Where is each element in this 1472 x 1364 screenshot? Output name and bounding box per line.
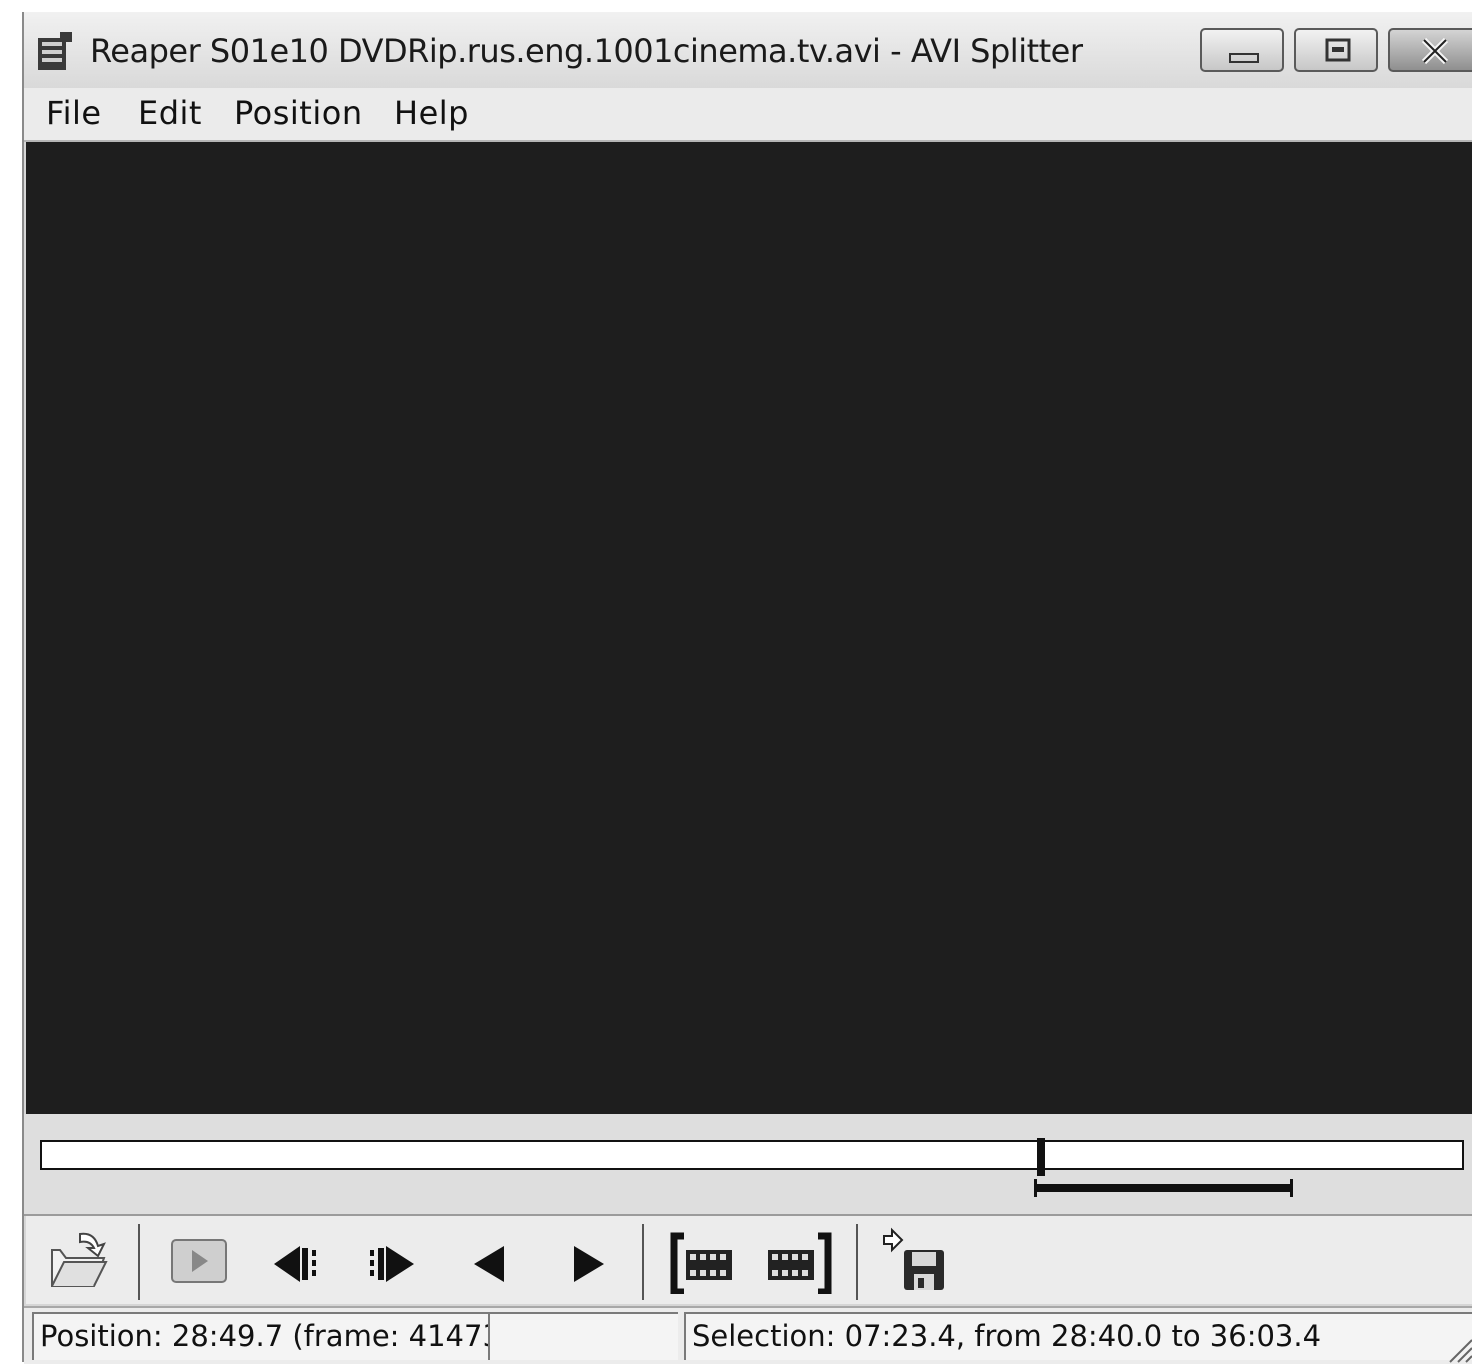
selection-range-bar — [1033, 1179, 1294, 1197]
open-file-button[interactable] — [44, 1224, 114, 1294]
title-bar[interactable]: Reaper S01e10 DVDRip.rus.eng.1001cinema.… — [24, 12, 1472, 88]
next-frame-button[interactable] — [360, 1224, 430, 1294]
step-back-button[interactable] — [456, 1224, 526, 1294]
save-selection-icon — [883, 1227, 944, 1290]
step-forward-button[interactable] — [552, 1224, 622, 1294]
toolbar — [26, 1216, 1472, 1304]
menu-file[interactable]: File — [46, 94, 102, 132]
menu-edit[interactable]: Edit — [138, 94, 202, 132]
status-bar: Position: 28:49.7 (frame: 41473 Selectio… — [24, 1306, 1472, 1364]
mark-end-button[interactable] — [762, 1224, 842, 1294]
prev-frame-icon — [274, 1246, 316, 1282]
save-selection-button[interactable] — [878, 1224, 948, 1294]
status-middle — [488, 1312, 678, 1360]
toolbar-separator — [642, 1224, 644, 1300]
status-position: Position: 28:49.7 (frame: 41473 — [32, 1312, 488, 1360]
mark-start-icon — [670, 1232, 732, 1294]
mark-start-button[interactable] — [666, 1224, 746, 1294]
minimize-icon — [1229, 53, 1259, 63]
seek-thumb[interactable] — [1037, 1138, 1046, 1176]
play-button[interactable] — [166, 1224, 236, 1294]
seek-area — [24, 1114, 1472, 1216]
status-selection: Selection: 07:23.4, from 28:40.0 to 36:0… — [684, 1312, 1472, 1360]
play-icon — [171, 1239, 227, 1283]
menu-position[interactable]: Position — [234, 94, 363, 132]
previous-frame-button[interactable] — [264, 1224, 334, 1294]
step-forward-icon — [574, 1246, 604, 1282]
close-button[interactable] — [1388, 28, 1472, 72]
resize-grip-icon[interactable] — [1444, 1334, 1472, 1364]
next-frame-icon — [370, 1246, 414, 1282]
minimize-button[interactable] — [1200, 28, 1284, 72]
menu-bar: File Edit Position Help — [24, 88, 1472, 142]
menu-help[interactable]: Help — [394, 94, 469, 132]
mark-end-icon — [768, 1232, 832, 1294]
maximize-button[interactable] — [1294, 28, 1378, 72]
film-app-icon — [38, 32, 72, 70]
step-back-icon — [474, 1246, 504, 1282]
toolbar-separator — [856, 1224, 858, 1300]
video-display[interactable] — [26, 142, 1472, 1114]
toolbar-separator — [138, 1224, 140, 1300]
app-window: Reaper S01e10 DVDRip.rus.eng.1001cinema.… — [22, 12, 1472, 1364]
close-icon — [1421, 37, 1449, 65]
maximize-icon — [1325, 38, 1351, 62]
open-icon — [51, 1232, 108, 1287]
seek-track[interactable] — [40, 1140, 1464, 1170]
window-title: Reaper S01e10 DVDRip.rus.eng.1001cinema.… — [90, 32, 1083, 70]
